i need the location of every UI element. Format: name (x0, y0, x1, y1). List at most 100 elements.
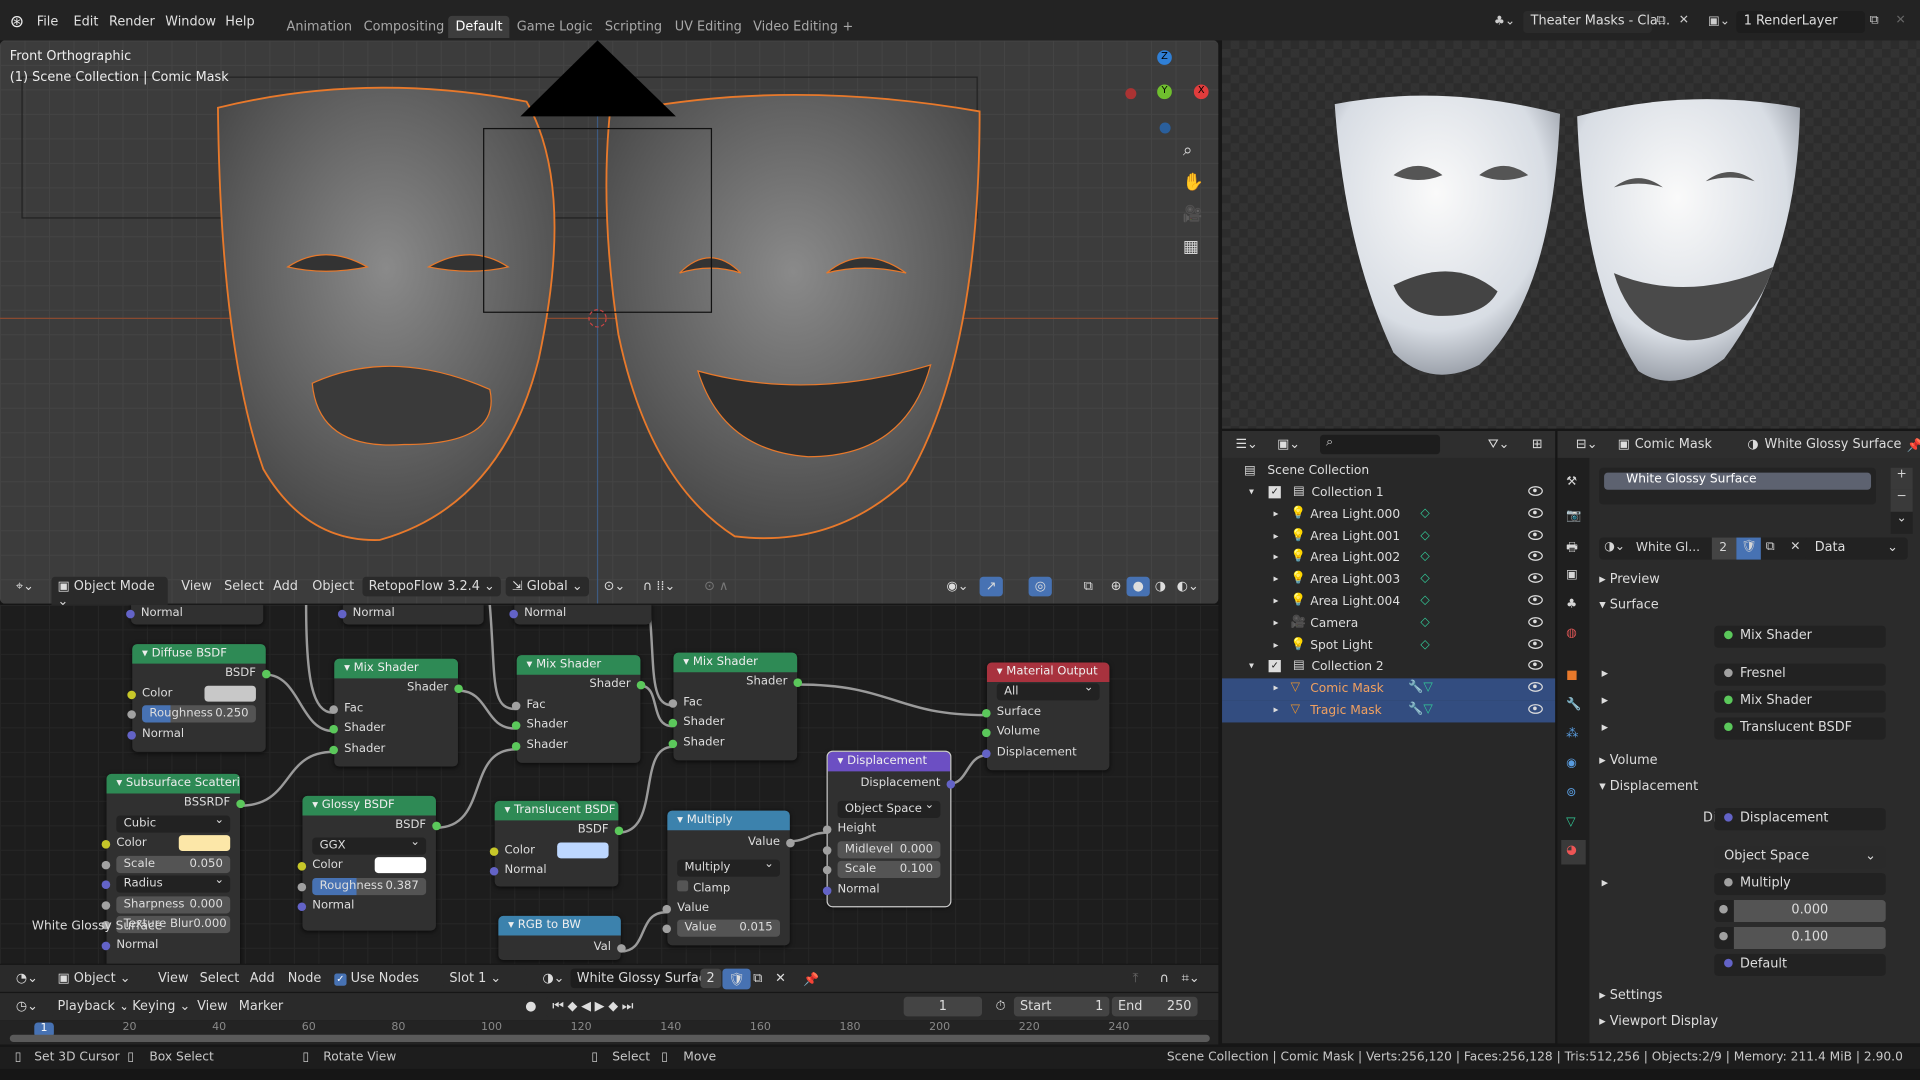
visibility-eye-icon[interactable] (1528, 682, 1543, 693)
menu-select[interactable]: Select (193, 969, 245, 989)
menu-edit[interactable]: Edit (73, 15, 98, 30)
exclude-checkbox[interactable]: ✓ (1268, 660, 1281, 673)
duplicate-material-icon[interactable]: ⧉ (1766, 540, 1775, 553)
stopwatch-icon[interactable]: ⏱ (989, 997, 1011, 1018)
output-tab-icon[interactable]: 🖶 (1566, 539, 1578, 560)
input-socket[interactable] (329, 745, 338, 754)
pin-icon[interactable]: 📌 (1900, 435, 1920, 456)
solid-shading-icon[interactable]: ● (1126, 576, 1151, 597)
material-users-count[interactable]: 2 (700, 968, 721, 989)
visibility-eye-icon[interactable] (1528, 529, 1543, 540)
color-swatch[interactable] (178, 835, 231, 852)
node-mix-shader-2[interactable]: ▾ Mix Shader Shader Fac Shader Shader (511, 655, 646, 763)
outliner-item[interactable]: ▸ 💡 Area Light.000 ◇ (1222, 504, 1555, 526)
material-slot-list[interactable]: White Glossy Surface (1599, 467, 1876, 505)
tab-animation[interactable]: Animation (279, 16, 359, 38)
timeline-scrubber[interactable]: 20 40 60 80 100 120 140 160 180 200 220 240 1 (0, 1020, 1219, 1045)
material-users-count[interactable]: 2 (1711, 537, 1737, 560)
expand-shader1-icon[interactable]: ▸ (1602, 693, 1608, 708)
exclude-checkbox[interactable]: ✓ (1268, 486, 1281, 499)
sharpness-field[interactable]: Sharpness 0.000 (116, 895, 231, 913)
delete-scene-icon[interactable]: ✕ (1679, 13, 1689, 26)
input-socket[interactable] (297, 862, 307, 871)
use-nodes-checkbox[interactable]: ✓ Use Nodes (328, 969, 425, 989)
add-workspace-button[interactable]: + (835, 16, 860, 38)
input-socket[interactable] (127, 690, 136, 699)
view-layer-icon[interactable]: ▣⌄ (1271, 435, 1306, 455)
playback-menu[interactable]: Playback ⌄ (51, 996, 136, 1017)
space-dropdown[interactable]: Object Space ⌄ (1714, 846, 1886, 869)
editor-type-icon[interactable]: ⊟⌄ (1570, 435, 1604, 455)
retopoflow-menu[interactable]: RetopoFlow 3.2.4 ⌄ (362, 576, 501, 597)
visibility-eye-icon[interactable] (1528, 704, 1543, 714)
play-reverse-icon[interactable]: ◀ (581, 999, 595, 1014)
input-socket[interactable] (101, 900, 111, 910)
outliner-item[interactable]: ▸ ▽ Tragic Mask 🔧▽ (1222, 700, 1556, 723)
pan-hand-icon[interactable]: ✋ (1183, 173, 1204, 193)
shader-type-dropdown[interactable]: ▣ Object ⌄ (51, 968, 144, 989)
panel-volume[interactable]: ▸ Volume (1599, 753, 1657, 768)
scale-field[interactable]: Scale 0.050 (116, 855, 231, 873)
navigation-gizmo[interactable]: Z X Y (1120, 47, 1209, 145)
output-socket[interactable] (617, 944, 626, 953)
color-swatch[interactable] (374, 857, 427, 874)
clamp-checkbox[interactable] (677, 880, 689, 892)
snap-icon[interactable]: ∩ ⁞⁞⌄ (637, 577, 682, 597)
outliner-search-input[interactable]: ⌕ (1320, 434, 1441, 455)
input-socket[interactable] (489, 846, 499, 856)
node-mix-shader-1[interactable]: ▾ Mix Shader Shader Fac Shader Shader (329, 658, 463, 767)
next-keyframe-icon[interactable]: ◆ (608, 999, 622, 1014)
visibility-icon[interactable]: ◉⌄ (940, 577, 974, 597)
tab-video-editing[interactable]: Video Editing (746, 16, 846, 38)
expand-height-icon[interactable]: ▸ (1602, 876, 1608, 891)
snap-icon[interactable]: ∩ (1153, 969, 1175, 989)
gizmo-y[interactable]: Y (1157, 84, 1172, 100)
color-swatch[interactable] (204, 685, 256, 702)
normal-field[interactable]: Default (1714, 953, 1886, 976)
shader1-field[interactable]: Mix Shader (1714, 690, 1886, 713)
editor-type-icon[interactable]: ◔⌄ (10, 969, 44, 989)
outliner-item[interactable]: ▸ 💡 Area Light.001 ◇ (1222, 526, 1555, 548)
roughness-field[interactable]: Roughness 0.250 (142, 705, 256, 723)
outliner-item[interactable]: ▾ ✓ ▤ Collection 2 (1222, 657, 1555, 679)
start-frame-field[interactable]: Start 1 (1013, 996, 1110, 1017)
menu-node[interactable]: Node (282, 969, 328, 989)
particles-tab-icon[interactable]: ⁂ (1566, 727, 1578, 740)
render-tab-icon[interactable]: 📷 (1566, 509, 1581, 522)
input-socket[interactable] (668, 738, 678, 748)
gizmo-x[interactable]: X (1193, 84, 1209, 100)
visibility-eye-icon[interactable] (1528, 638, 1543, 649)
grid-view-icon[interactable]: ▦ (1183, 238, 1199, 258)
expand-fac-icon[interactable]: ▸ (1602, 666, 1608, 681)
material-tab-icon[interactable]: ◕ (1561, 840, 1586, 865)
unlink-material-icon[interactable]: ✕ (769, 969, 792, 989)
menu-marker[interactable]: Marker (233, 997, 290, 1017)
input-socket[interactable] (511, 741, 521, 751)
panel-viewport-display[interactable]: ▸ Viewport Display (1599, 1014, 1718, 1029)
overlay-toggle-icon[interactable]: ◎ (1028, 576, 1053, 597)
material-browse-icon[interactable]: ◑⌄ (536, 969, 570, 989)
scene-tab-icon[interactable]: ♣ (1566, 598, 1577, 611)
visibility-eye-icon[interactable] (1528, 660, 1543, 671)
input-socket[interactable] (101, 941, 111, 950)
expand-shader2-icon[interactable]: ▸ (1602, 720, 1608, 735)
expand-arrow-icon[interactable]: ▸ (1273, 704, 1278, 715)
output-socket[interactable] (636, 680, 646, 690)
expand-arrow-icon[interactable]: ▸ (1273, 639, 1278, 650)
remove-slot-button[interactable]: − (1890, 489, 1913, 512)
input-socket[interactable] (297, 902, 307, 912)
expand-arrow-icon[interactable]: ▸ (1273, 508, 1278, 519)
menu-window[interactable]: Window (165, 15, 216, 30)
transform-orientation-dropdown[interactable]: ⇲ Global ⌄ (505, 576, 589, 597)
input-socket[interactable] (511, 721, 521, 730)
outliner-item[interactable]: ▸ 💡 Spot Light ◇ (1222, 635, 1555, 657)
gizmo-z[interactable]: Z (1157, 50, 1172, 65)
copy-view-layer-icon[interactable]: ⧉ (1870, 13, 1879, 26)
menu-select[interactable]: Select (218, 577, 270, 597)
output-socket[interactable] (793, 678, 803, 687)
gizmo-toggle-icon[interactable]: ↗ (979, 576, 1003, 597)
gizmo-neg-x[interactable] (1125, 88, 1137, 100)
tab-compositing[interactable]: Compositing (356, 16, 451, 38)
pivot-icon[interactable]: ⊙⌄ (598, 577, 632, 597)
outliner-root[interactable]: ▤ Scene Collection (1222, 460, 1555, 482)
